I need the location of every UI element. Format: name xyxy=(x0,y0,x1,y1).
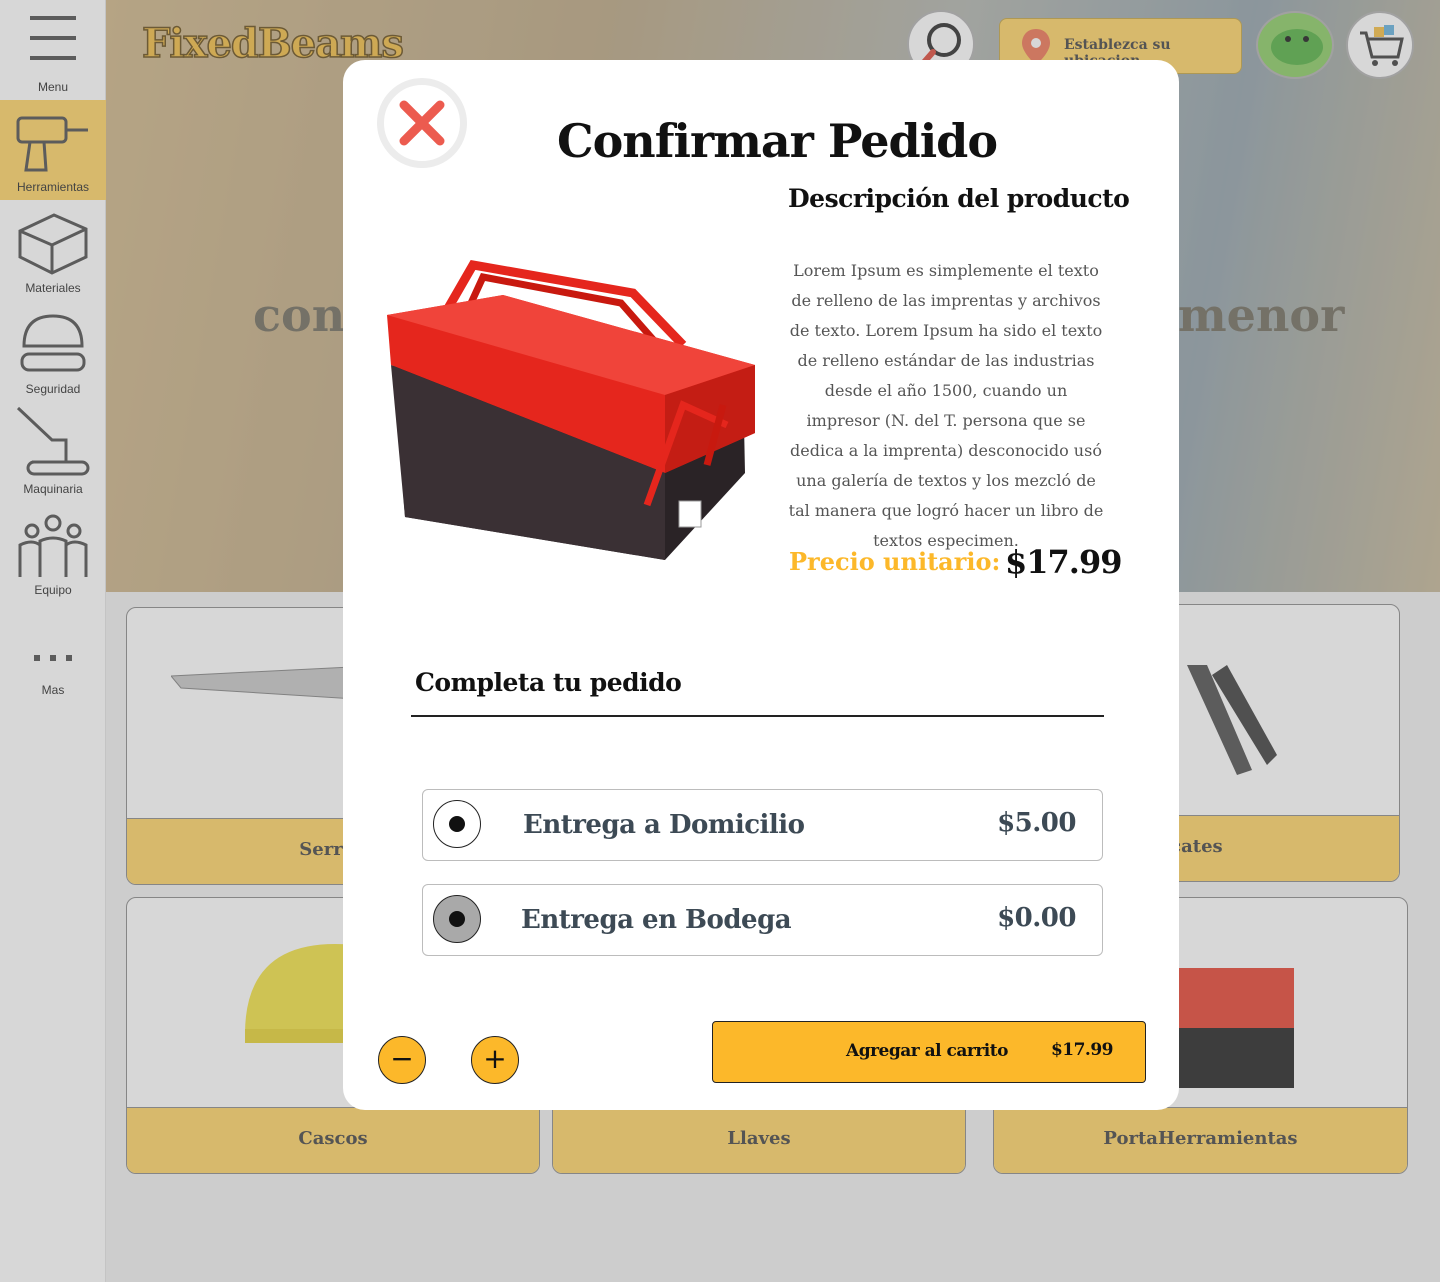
add-to-cart-label: Agregar al carrito xyxy=(846,1041,1008,1061)
minus-icon: − xyxy=(390,1042,414,1075)
confirm-order-modal: Confirmar Pedido Descripción del product… xyxy=(343,60,1179,1110)
delivery-option-name: Entrega en Bodega xyxy=(521,905,792,935)
add-to-cart-button[interactable]: Agregar al carrito $17.99 xyxy=(712,1021,1146,1083)
delivery-option-price: $0.00 xyxy=(997,903,1076,933)
toolbox-product-image xyxy=(387,260,755,560)
plus-icon: + xyxy=(483,1042,507,1075)
modal-title: Confirmar Pedido xyxy=(556,114,998,168)
section-divider xyxy=(411,715,1104,717)
description-title: Descripción del producto xyxy=(788,184,1130,213)
delivery-option-price: $5.00 xyxy=(997,808,1076,838)
product-description: Lorem Ipsum es simplemente el texto de r… xyxy=(788,261,1104,550)
unit-price-label: Precio unitario: xyxy=(789,547,1001,576)
order-section-title: Completa tu pedido xyxy=(415,668,682,697)
delivery-option-domicilio[interactable]: Entrega a Domicilio $5.00 xyxy=(422,789,1103,861)
unit-price-value: $17.99 xyxy=(1005,543,1122,581)
decrement-quantity-button[interactable]: − xyxy=(378,1036,426,1084)
radio-domicilio[interactable] xyxy=(433,800,481,848)
increment-quantity-button[interactable]: + xyxy=(471,1036,519,1084)
radio-bodega[interactable] xyxy=(433,895,481,943)
delivery-option-bodega[interactable]: Entrega en Bodega $0.00 xyxy=(422,884,1103,956)
add-to-cart-price: $17.99 xyxy=(1050,1040,1114,1060)
delivery-option-name: Entrega a Domicilio xyxy=(523,810,805,840)
